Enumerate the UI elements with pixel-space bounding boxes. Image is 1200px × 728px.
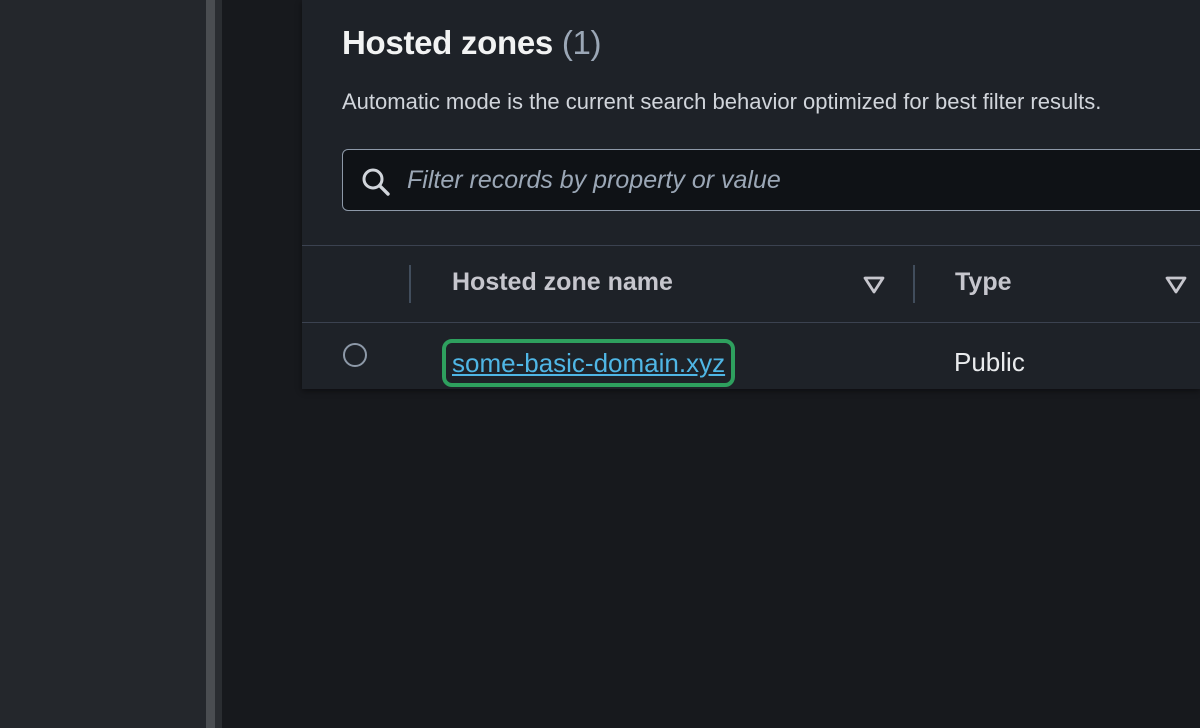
- title-text: Hosted zones: [342, 24, 553, 61]
- table-row: some-basic-domain.xyz Public: [302, 323, 1200, 389]
- panel-resize-handle[interactable]: [206, 0, 215, 728]
- page-title: Hosted zones (1): [342, 24, 602, 62]
- table-header: Hosted zone name Type: [302, 245, 1200, 323]
- hosted-zones-panel: Hosted zones (1) Automatic mode is the c…: [302, 0, 1200, 389]
- caret-down-icon[interactable]: [863, 276, 885, 294]
- hosted-zone-link[interactable]: some-basic-domain.xyz: [452, 348, 725, 379]
- column-header-type[interactable]: Type: [955, 268, 1012, 297]
- column-separator: [409, 265, 411, 303]
- zone-type-cell: Public: [954, 347, 1025, 377]
- highlighted-link-frame: some-basic-domain.xyz: [442, 339, 736, 387]
- divider-shadow: [215, 0, 222, 728]
- zone-count: (1): [561, 24, 602, 61]
- column-header-hosted-zone-name[interactable]: Hosted zone name: [452, 268, 673, 297]
- caret-down-icon[interactable]: [1165, 276, 1187, 294]
- search-mode-description: Automatic mode is the current search beh…: [342, 89, 1102, 114]
- row-select-radio[interactable]: [343, 343, 367, 367]
- filter-input[interactable]: [407, 150, 1197, 210]
- filter-search-box[interactable]: [342, 149, 1200, 211]
- search-icon: [362, 168, 390, 196]
- left-navigation: [0, 0, 206, 728]
- column-separator[interactable]: [913, 265, 915, 303]
